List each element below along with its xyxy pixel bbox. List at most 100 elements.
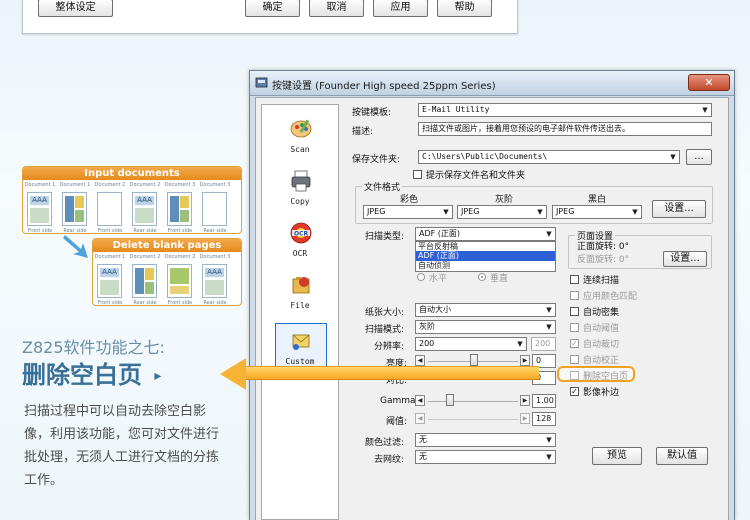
page-document-label: Document 2 xyxy=(164,254,196,260)
gamma-increase[interactable]: ▶ xyxy=(520,395,530,406)
page-side-label: Front side xyxy=(97,300,123,306)
file-icon xyxy=(292,277,310,294)
page-thumbnail: AAA xyxy=(97,264,122,298)
sample-text: AAA xyxy=(135,196,154,205)
scan-type-option[interactable]: 自动侦测 xyxy=(416,261,555,270)
printer-icon xyxy=(291,170,311,192)
option-label: 自动密集 xyxy=(583,308,620,318)
sidebar-item-ocr[interactable]: OCR OCR xyxy=(262,217,338,267)
page-side-label: Rear side xyxy=(203,300,227,306)
option-label: 自动校正 xyxy=(583,356,620,366)
help-button[interactable]: 帮助 xyxy=(437,0,492,17)
title-bar[interactable]: 按键设置 (Founder High speed 25ppm Series) ✕ xyxy=(250,71,734,96)
ocr-icon: OCR xyxy=(290,222,312,244)
template-select[interactable]: E-Mail Utility ▼ xyxy=(418,103,712,117)
color-format-select[interactable]: JPEG ▼ xyxy=(363,205,453,219)
sidebar-item-scan[interactable]: Scan xyxy=(262,113,338,163)
template-value: E-Mail Utility xyxy=(422,105,490,114)
option-label: 影像补边 xyxy=(583,388,620,398)
sidebar-item-label: Scan xyxy=(290,145,310,154)
option-checkbox[interactable] xyxy=(570,291,579,300)
option-checkbox[interactable] xyxy=(570,355,579,364)
input-documents-panel: Input documents Document 1 AAA Front side D… xyxy=(22,166,242,234)
option-checkbox[interactable]: ✓ xyxy=(570,387,579,396)
sidebar-item-label: OCR xyxy=(292,249,308,258)
scan-mode-select[interactable]: 灰阶 ▼ xyxy=(415,320,556,334)
description-label: 描述: xyxy=(352,127,374,137)
format-settings-button[interactable]: 设置... xyxy=(652,200,706,218)
prompt-filename-checkbox[interactable] xyxy=(413,170,422,179)
down-right-arrow-icon xyxy=(63,235,88,258)
gamma-decrease[interactable]: ◀ xyxy=(415,395,425,406)
brightness-thumb[interactable] xyxy=(470,354,478,366)
option-checkbox[interactable] xyxy=(570,307,579,316)
scan-type-select[interactable]: ADF (正面) ▼ xyxy=(415,227,556,241)
preview-button[interactable]: 预览 xyxy=(592,447,642,465)
gray-format-value: JPEG xyxy=(461,207,480,216)
vertical-radio[interactable] xyxy=(478,273,486,281)
descreen-value: 无 xyxy=(419,452,427,461)
threshold-increase[interactable]: ▶ xyxy=(520,413,530,424)
page-document-label: Document 3 xyxy=(199,254,231,260)
option-label: 自动阈值 xyxy=(583,324,620,334)
scan-type-option-selected[interactable]: ADF (正面) xyxy=(416,251,555,261)
sidebar-item-file[interactable]: File xyxy=(262,269,338,319)
page-document-label: Document 1 xyxy=(59,182,91,188)
paper-size-value: 自动大小 xyxy=(419,305,451,314)
descreen-select[interactable]: 无 ▼ xyxy=(415,450,556,464)
page-document-label: Document 2 xyxy=(129,254,161,260)
app-icon xyxy=(255,77,268,88)
sidebar-item-copy[interactable]: Copy xyxy=(262,165,338,215)
option-checkbox[interactable]: ✓ xyxy=(570,339,579,348)
file-format-title: 文件格式 xyxy=(362,180,403,193)
browse-button[interactable]: ... xyxy=(686,149,712,165)
color-filter-value: 无 xyxy=(419,435,427,444)
horizontal-radio[interactable] xyxy=(417,273,425,281)
option-checkbox[interactable] xyxy=(570,323,579,332)
page-thumbnail xyxy=(132,264,157,298)
page-thumbnail xyxy=(62,192,87,226)
paper-size-select[interactable]: 自动大小 ▼ xyxy=(415,303,556,317)
default-button[interactable]: 默认值 xyxy=(656,447,708,465)
option-label: 应用颜色匹配 xyxy=(583,292,638,302)
chevron-down-icon: ▼ xyxy=(699,104,711,116)
gamma-value[interactable]: 1.00 xyxy=(532,394,556,408)
brightness-increase[interactable]: ▶ xyxy=(520,355,530,366)
ok-button[interactable]: 确定 xyxy=(245,0,300,17)
resolution-label: 分辨率: xyxy=(374,342,405,352)
page-side-label: Front side xyxy=(167,300,193,306)
close-button[interactable]: ✕ xyxy=(688,74,730,91)
sample-text: AAA xyxy=(205,268,224,277)
scan-type-option[interactable]: 平台反射稿 xyxy=(416,242,555,251)
sample-text: AAA xyxy=(30,196,49,205)
description-field[interactable]: 扫描文件或图片，接着用您预设的电子邮件软件传送出去。 xyxy=(418,122,712,136)
button-sidebar: Scan Copy OCR OCR File Custom xyxy=(261,104,339,520)
save-folder-select[interactable]: C:\Users\Public\Documents\ ▼ xyxy=(418,150,680,164)
option-label: 自动裁切 xyxy=(583,340,620,350)
page-side-label: Rear side xyxy=(133,300,157,306)
gamma-track[interactable] xyxy=(428,401,518,402)
save-folder-label: 保存文件夹: xyxy=(352,155,401,165)
threshold-value[interactable]: 128 xyxy=(532,412,556,426)
page-settings-button[interactable]: 设置... xyxy=(663,251,707,267)
gamma-thumb[interactable] xyxy=(446,394,454,406)
page-side-label: Front side xyxy=(97,228,123,234)
window-title: 按键设置 (Founder High speed 25ppm Series) xyxy=(272,81,496,92)
page-thumbnail xyxy=(167,264,192,298)
back-rotation: 反面旋转: 0° xyxy=(577,255,630,265)
option-label: 连续扫描 xyxy=(583,276,620,286)
color-filter-select[interactable]: 无 ▼ xyxy=(415,433,556,447)
color-format-value: JPEG xyxy=(367,207,386,216)
threshold-decrease[interactable]: ◀ xyxy=(415,413,425,424)
option-checkbox[interactable] xyxy=(570,275,579,284)
chevron-down-icon: ▼ xyxy=(440,206,452,218)
global-settings-button[interactable]: 整体设定 xyxy=(38,0,113,17)
descreen-label: 去网纹: xyxy=(374,455,405,465)
cancel-button[interactable]: 取消 xyxy=(309,0,364,17)
page-side-label: Front side xyxy=(27,228,53,234)
brightness-decrease[interactable]: ◀ xyxy=(415,355,425,366)
resolution-select[interactable]: 200 ▼ xyxy=(415,337,527,351)
apply-button[interactable]: 应用 xyxy=(373,0,428,17)
gray-format-select[interactable]: JPEG ▼ xyxy=(457,205,547,219)
bw-format-select[interactable]: JPEG ▼ xyxy=(552,205,642,219)
